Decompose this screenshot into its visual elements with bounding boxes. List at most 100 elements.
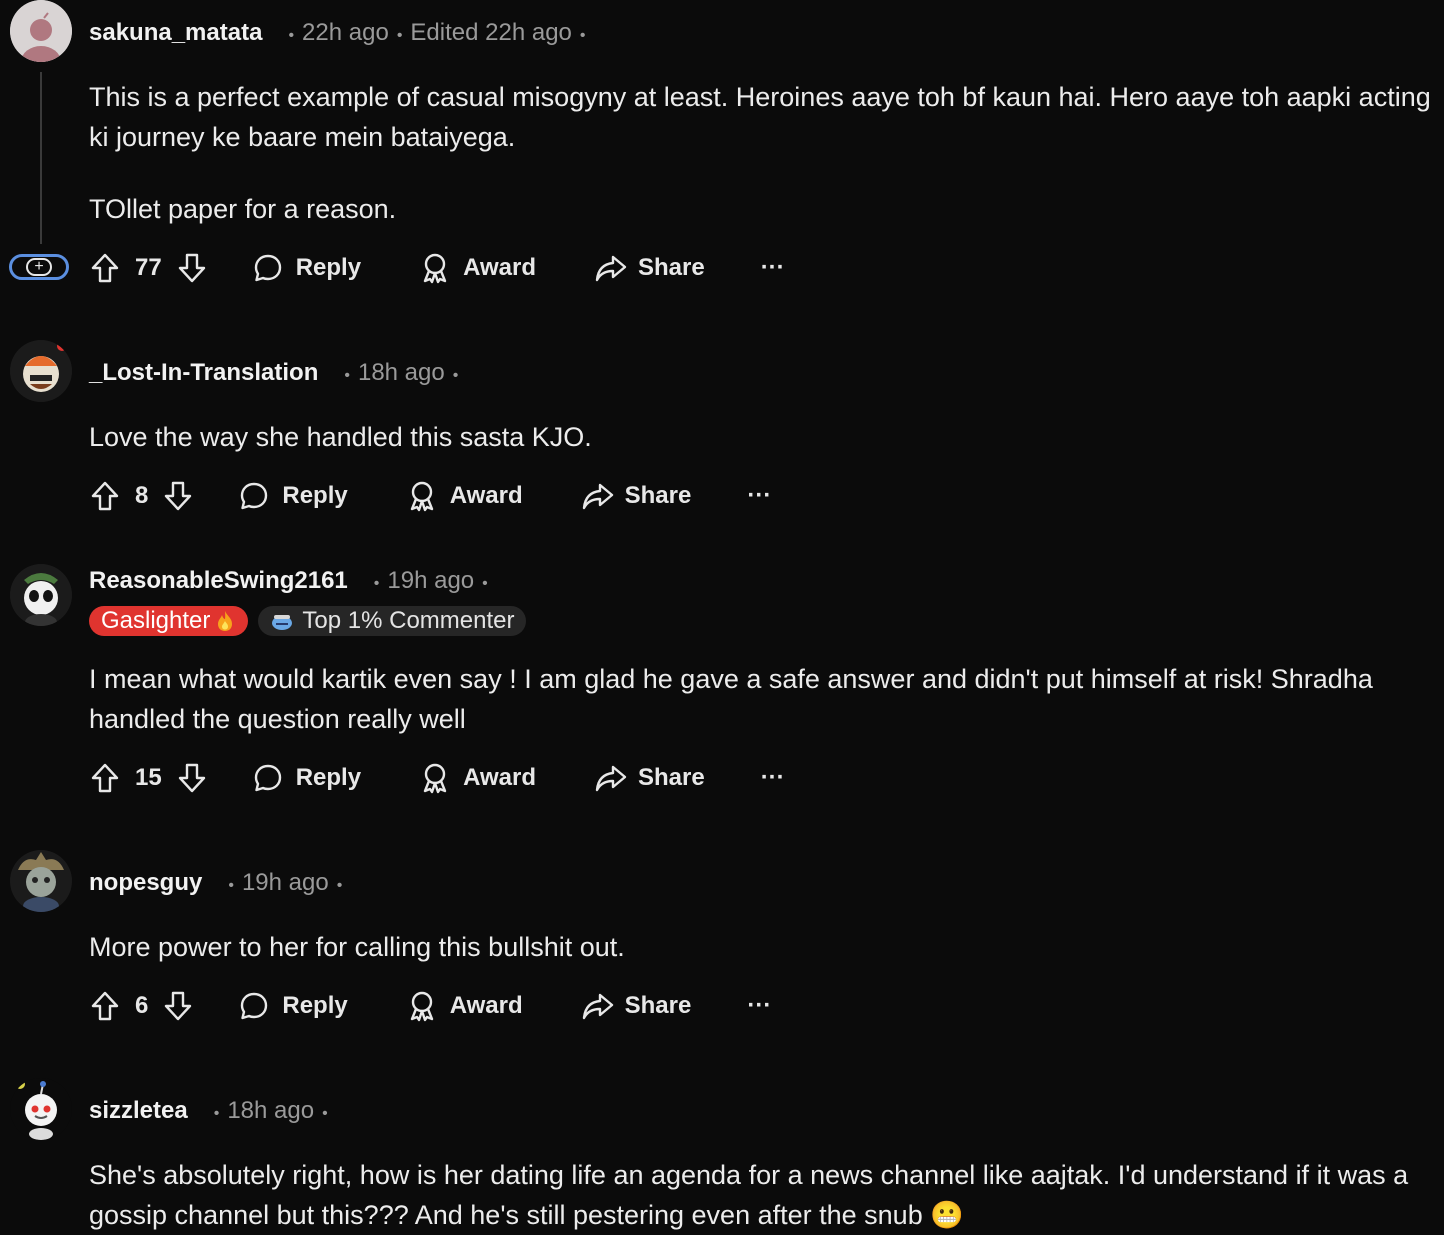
comment-actions: 8 Reply Award Share ··· [89, 476, 771, 516]
comment-paragraph: TOllet paper for a reason. [89, 194, 397, 224]
thread-line[interactable] [40, 72, 42, 244]
meta: • 19h ago • [373, 567, 488, 594]
comment-body: Love the way she handled this sasta KJO. [89, 417, 1438, 457]
more-options-button[interactable]: ··· [747, 482, 771, 510]
share-button[interactable]: Share [581, 990, 692, 1022]
upvote-button[interactable] [89, 762, 121, 794]
share-button[interactable]: Share [581, 480, 691, 512]
award-button[interactable]: Award [419, 762, 536, 794]
share-icon [582, 483, 613, 510]
award-icon [410, 481, 433, 512]
comment-actions: 15 Reply Award Share ··· [89, 758, 785, 798]
reply-button[interactable]: Reply [238, 990, 348, 1022]
reply-button[interactable]: Reply [238, 480, 348, 512]
share-button[interactable]: Share [594, 252, 705, 284]
avatar[interactable] [10, 340, 72, 402]
username[interactable]: sakuna_matata [89, 19, 262, 47]
username[interactable]: sizzletea [89, 1097, 188, 1125]
comment-header: nopesguy • 19h ago • [89, 866, 350, 900]
badge-text: Top 1% Commenter [302, 607, 515, 634]
award-icon [423, 763, 447, 794]
award-label: Award [463, 254, 536, 281]
downvote-button[interactable] [162, 990, 194, 1022]
share-label: Share [624, 992, 692, 1019]
flair-text: Gaslighter [101, 607, 211, 634]
upvote-button[interactable] [89, 990, 121, 1022]
avatar[interactable] [10, 850, 72, 912]
more-options-button[interactable]: ··· [761, 254, 785, 282]
vote-count: 8 [135, 482, 149, 509]
upvote-button[interactable] [89, 252, 121, 284]
comment-body: She's absolutely right, how is her datin… [89, 1155, 1438, 1235]
username[interactable]: nopesguy [89, 869, 202, 897]
vote-count: 77 [135, 254, 162, 281]
more-options-button[interactable]: ··· [747, 992, 771, 1020]
timestamp: 22h ago [302, 19, 389, 46]
comment-paragraph: Love the way she handled this sasta KJO. [89, 422, 592, 452]
downvote-button[interactable] [176, 252, 208, 284]
reply-button[interactable]: Reply [252, 762, 361, 794]
upvote-button[interactable] [89, 480, 121, 512]
comment-header: sizzletea • 18h ago • [89, 1094, 336, 1128]
award-button[interactable]: Award [406, 480, 523, 512]
avatar[interactable] [10, 0, 72, 62]
comment-body: More power to her for calling this bulls… [89, 927, 1438, 967]
comment-paragraph: I mean what would kartik even say ! I am… [89, 664, 1373, 734]
reply-label: Reply [295, 764, 362, 791]
avatar[interactable] [10, 1078, 72, 1140]
comment-paragraph: This is a perfect example of casual miso… [89, 82, 1431, 152]
vote-count: 6 [135, 992, 149, 1019]
downvote-button[interactable] [162, 480, 194, 512]
comment-header: _Lost-In-Translation • 18h ago • [89, 356, 466, 390]
award-label: Award [463, 764, 536, 791]
share-label: Share [637, 764, 705, 791]
avatar[interactable] [10, 564, 72, 626]
downvote-icon [165, 991, 192, 1021]
chat-bubble-icon [241, 482, 268, 510]
award-button[interactable]: Award [419, 252, 536, 284]
downvote-icon [165, 481, 192, 511]
expand-thread-button[interactable]: + [9, 254, 69, 280]
downvote-button[interactable] [176, 762, 208, 794]
more-options-button[interactable]: ··· [761, 764, 785, 792]
upvote-icon [91, 253, 119, 283]
more-icon: ··· [747, 992, 772, 1019]
meta: • 22h ago • Edited 22h ago • [288, 19, 586, 46]
reply-button[interactable]: Reply [252, 252, 361, 284]
award-icon [423, 253, 447, 284]
fire-icon [218, 611, 233, 631]
timestamp: 18h ago [227, 1097, 315, 1124]
comment-body: I mean what would kartik even say ! I am… [89, 659, 1438, 739]
comment-actions: 77 Reply Award Share ··· [89, 248, 785, 288]
comment-header: ReasonableSwing2161 • 19h ago • [89, 564, 496, 598]
timestamp: 18h ago [357, 359, 445, 386]
comment-header: sakuna_matata • 22h ago • Edited 22h ago • [89, 16, 594, 50]
username[interactable]: _Lost-In-Translation [89, 359, 318, 387]
upvote-icon [91, 991, 119, 1021]
meta: • 19h ago • [228, 869, 343, 896]
share-label: Share [637, 254, 705, 281]
share-icon [595, 765, 627, 792]
more-icon: ··· [760, 254, 785, 281]
more-icon: ··· [760, 764, 785, 791]
achievement-badge[interactable]: Top 1% Commenter [258, 606, 527, 636]
edited-label: Edited 22h ago [410, 19, 572, 46]
chat-bubble-icon [241, 992, 268, 1020]
vote-count: 15 [135, 764, 162, 791]
meta: • 18h ago • [344, 359, 459, 386]
share-button[interactable]: Share [594, 762, 705, 794]
username[interactable]: ReasonableSwing2161 [89, 567, 348, 595]
comment-body: This is a perfect example of casual miso… [89, 77, 1438, 229]
award-label: Award [449, 482, 523, 509]
downvote-icon [178, 763, 205, 793]
comment-actions: 6 Reply Award Share ··· [89, 986, 771, 1026]
comment-paragraph: More power to her for calling this bulls… [89, 932, 625, 962]
chat-bubble-icon [254, 254, 281, 282]
share-icon [595, 255, 627, 282]
comment-paragraph: She's absolutely right, how is her datin… [89, 1160, 1409, 1230]
downvote-icon [178, 253, 205, 283]
award-button[interactable]: Award [406, 990, 523, 1022]
award-icon [410, 991, 433, 1022]
flair-row: Gaslighter Top 1% Commenter [89, 606, 527, 636]
timestamp: 19h ago [241, 869, 329, 896]
